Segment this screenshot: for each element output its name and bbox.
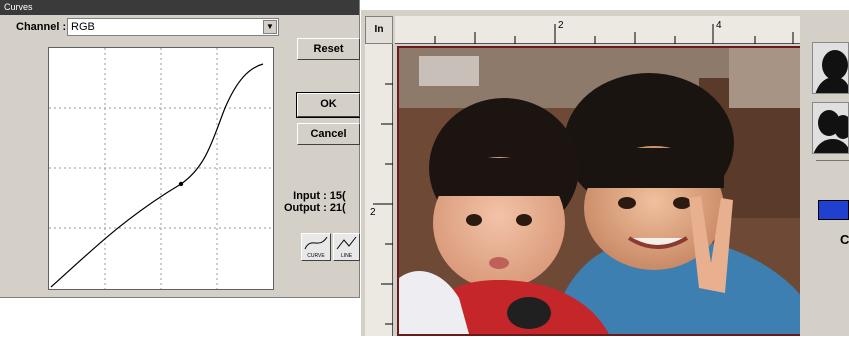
channel-select[interactable]: RGB ▼ (67, 18, 279, 36)
line-mode-label: LINE (340, 253, 353, 259)
curve-graph-svg (49, 48, 273, 289)
ok-button[interactable]: OK (296, 92, 361, 118)
ruler-top-label: 4 (716, 20, 722, 31)
channel-value: RGB (71, 21, 95, 33)
ruler-top-label: 2 (558, 20, 564, 31)
selected-field[interactable] (818, 200, 849, 220)
curve-control-point[interactable] (178, 181, 184, 187)
curve-graph[interactable] (48, 47, 274, 290)
cancel-button[interactable]: Cancel (297, 123, 360, 145)
tone-curve (50, 63, 264, 288)
curve-tool-icon (304, 236, 328, 250)
scanner-side-panel: C (800, 10, 849, 336)
input-readout: Input : 15( (293, 190, 346, 202)
grid-lines (49, 48, 273, 289)
silhouette-icon (813, 110, 848, 153)
ruler-top-ticks (434, 24, 794, 44)
ruler-top: 2 4 (395, 16, 801, 44)
curves-dialog: Curves Channel : RGB ▼ Reset OK Cancel I… (0, 0, 361, 298)
children-photo (399, 48, 803, 334)
reset-button[interactable]: Reset (297, 38, 360, 60)
ruler-unit-toggle[interactable]: In (365, 16, 393, 44)
side-panel-label: C (840, 232, 849, 247)
io-readout: Input : 15( Output : 21( (284, 190, 346, 214)
curve-mode-label: CURVE (307, 253, 325, 259)
scan-preview-window: In 2 4 2 (360, 10, 805, 336)
curve-mode-button[interactable]: CURVE (301, 233, 331, 261)
output-readout: Output : 21( (284, 202, 346, 214)
ruler-left: 2 (365, 44, 393, 336)
scanned-photo-preview[interactable] (397, 46, 805, 336)
chevron-down-icon[interactable]: ▼ (263, 20, 277, 34)
ruler-left-ticks (373, 83, 393, 325)
silhouette-icon (815, 50, 848, 93)
dialog-titlebar[interactable]: Curves (0, 0, 359, 15)
line-tool-icon (336, 236, 357, 250)
channel-label: Channel : (16, 21, 67, 33)
preview-thumbnail[interactable] (812, 102, 849, 154)
ruler-left-label: 2 (370, 207, 376, 218)
preview-thumbnail[interactable] (812, 42, 849, 94)
line-mode-button[interactable]: LINE (333, 233, 360, 261)
divider (816, 160, 849, 161)
